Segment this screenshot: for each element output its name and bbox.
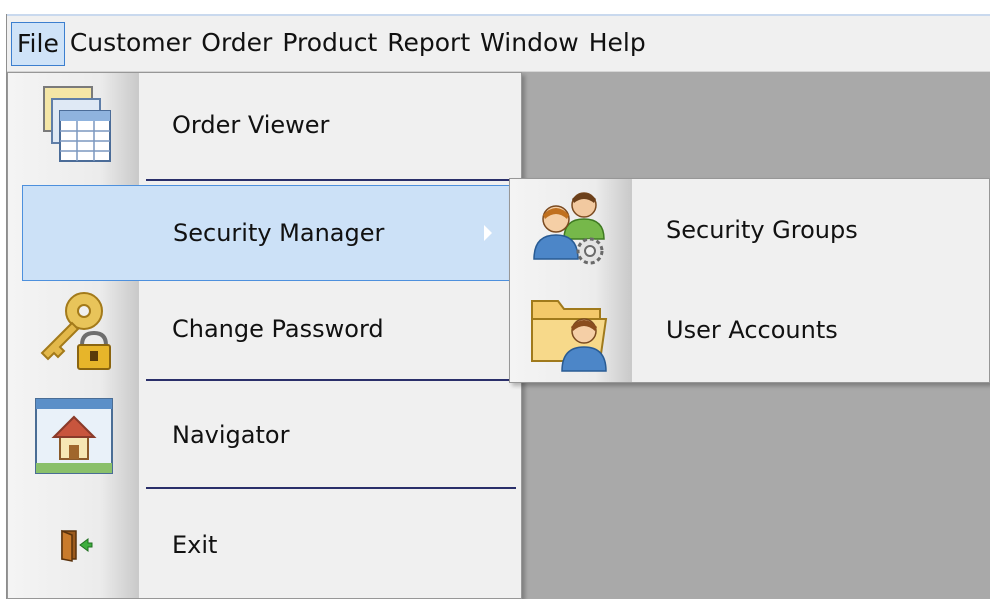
menu-bar: File Customer Order Product Report Windo…	[7, 14, 990, 72]
menu-item-label: Security Groups	[666, 215, 858, 244]
menu-item-security-groups[interactable]: Security Groups	[510, 179, 989, 280]
users-gear-icon	[510, 179, 632, 280]
menu-customer[interactable]: Customer	[65, 22, 196, 66]
menu-separator	[146, 379, 516, 381]
menu-item-label: Exit	[172, 531, 218, 559]
menu-product[interactable]: Product	[277, 22, 382, 66]
menu-item-label: Change Password	[172, 315, 384, 343]
key-lock-icon	[8, 281, 139, 377]
menu-item-order-viewer[interactable]: Order Viewer	[8, 73, 521, 177]
menu-help[interactable]: Help	[584, 22, 651, 66]
menu-item-change-password[interactable]: Change Password	[8, 281, 521, 377]
file-dropdown-menu: Order Viewer Security Manager Change Pas…	[7, 72, 522, 599]
menu-order[interactable]: Order	[196, 22, 277, 66]
menu-item-label: User Accounts	[666, 316, 838, 344]
menu-separator	[146, 487, 516, 489]
folder-user-icon	[510, 280, 632, 380]
spreadsheet-icon	[8, 73, 139, 177]
menu-window[interactable]: Window	[475, 22, 584, 66]
menu-item-exit[interactable]: Exit	[8, 493, 521, 597]
home-window-icon	[8, 385, 139, 485]
menu-item-label: Security Manager	[173, 219, 385, 247]
menu-separator	[146, 179, 516, 181]
security-submenu: Security Groups User Accounts	[509, 178, 990, 383]
menu-report[interactable]: Report	[382, 22, 475, 66]
exit-door-icon	[8, 493, 139, 597]
menu-item-user-accounts[interactable]: User Accounts	[510, 280, 989, 380]
menu-item-label: Navigator	[172, 421, 290, 449]
submenu-arrow-icon	[484, 225, 492, 241]
menu-file[interactable]: File	[11, 21, 65, 66]
menu-item-navigator[interactable]: Navigator	[8, 385, 521, 485]
menu-item-security-manager[interactable]: Security Manager	[22, 185, 511, 281]
menu-item-label: Order Viewer	[172, 111, 330, 139]
